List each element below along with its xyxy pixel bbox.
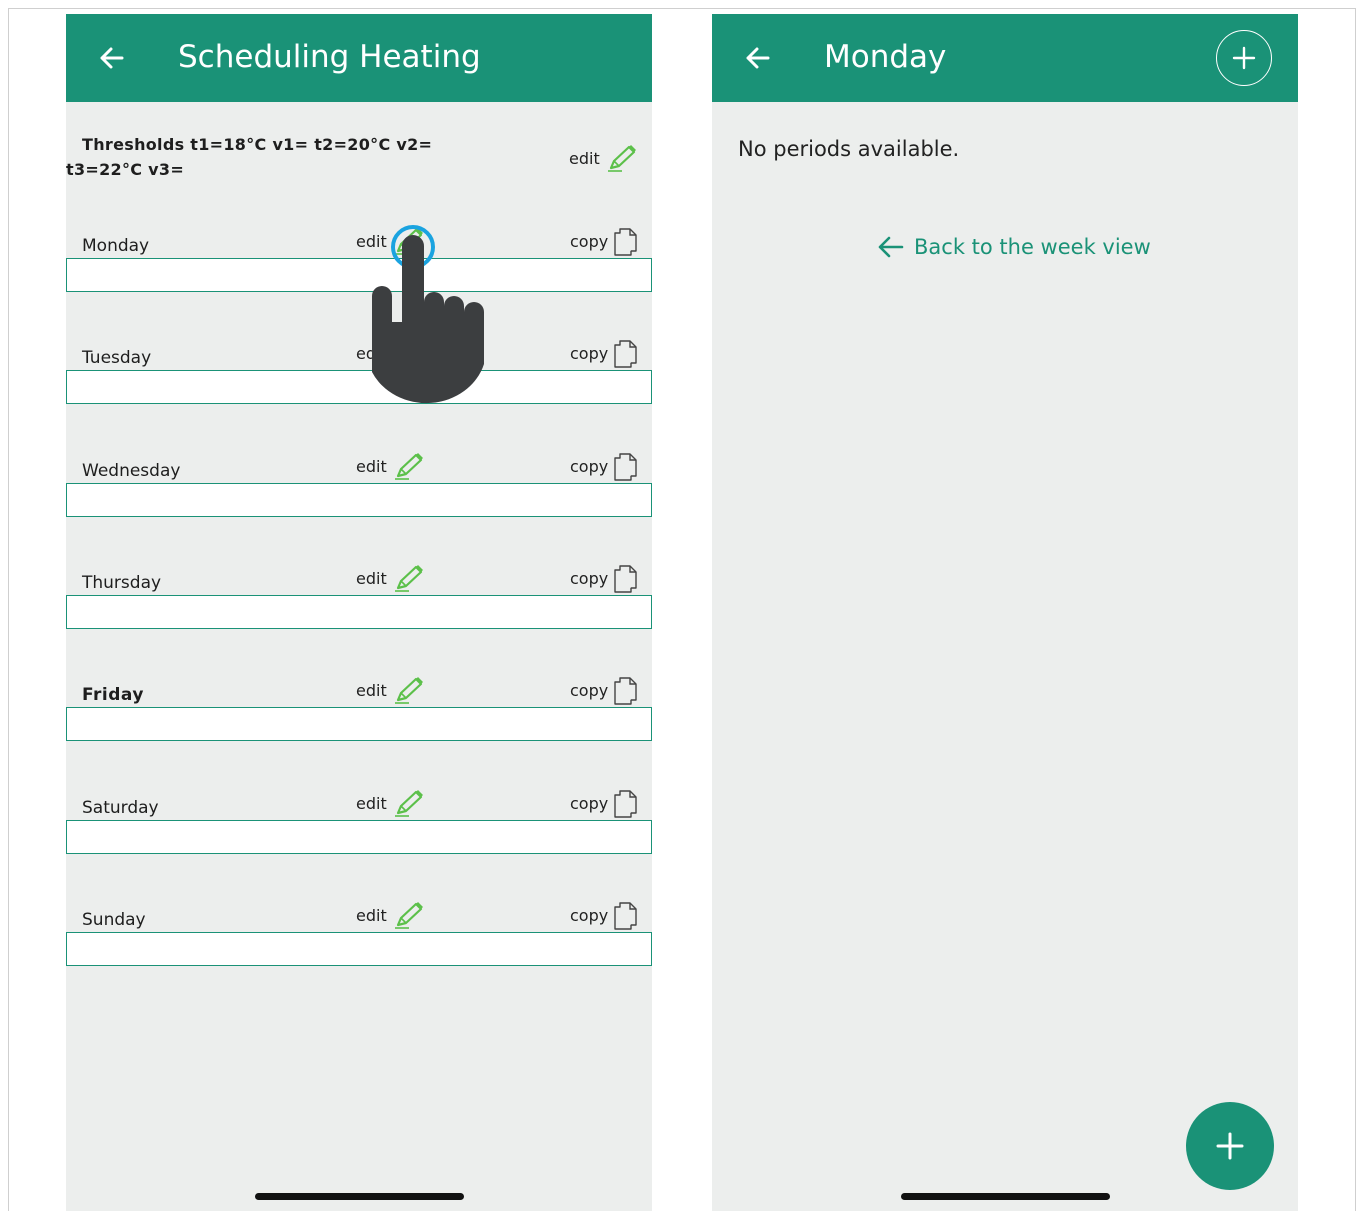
- pencil-icon: [391, 452, 425, 482]
- day-schedule-bar[interactable]: [66, 819, 652, 854]
- pencil-icon: [391, 227, 425, 257]
- back-link-label: Back to the week view: [914, 235, 1151, 259]
- day-schedule-bar[interactable]: [66, 931, 652, 966]
- day-row: Friday edit copy: [66, 673, 652, 753]
- edit-day-button[interactable]: edit: [356, 449, 425, 485]
- copy-label: copy: [570, 456, 609, 476]
- add-period-fab[interactable]: [1186, 1102, 1274, 1190]
- day-row: Saturday edit copy: [66, 786, 652, 866]
- week-schedule-screen: Scheduling Heating Thresholds t1=18°C v1…: [66, 14, 652, 1211]
- empty-state-message: No periods available.: [738, 137, 960, 161]
- pencil-icon: [391, 676, 425, 706]
- app-bar: Monday: [712, 14, 1298, 102]
- copy-day-button[interactable]: copy: [570, 224, 638, 260]
- copy-icon: [612, 339, 638, 369]
- pencil-icon: [604, 144, 638, 174]
- edit-day-button[interactable]: edit: [356, 561, 425, 597]
- copy-icon: [612, 452, 638, 482]
- edit-day-button[interactable]: edit: [356, 786, 425, 822]
- edit-thresholds-button[interactable]: edit: [569, 144, 638, 174]
- plus-icon: [1216, 1132, 1244, 1160]
- home-indicator: [255, 1193, 464, 1200]
- edit-label: edit: [356, 793, 387, 813]
- copy-label: copy: [570, 344, 609, 364]
- copy-label: copy: [570, 681, 609, 701]
- copy-day-button[interactable]: copy: [570, 561, 638, 597]
- day-name: Sunday: [82, 909, 146, 930]
- day-name: Friday: [82, 685, 144, 706]
- app-bar: Scheduling Heating: [66, 14, 652, 102]
- copy-label: copy: [570, 793, 609, 813]
- edit-label: edit: [569, 149, 600, 168]
- day-schedule-bar[interactable]: [66, 707, 652, 742]
- thresholds-line-1: Thresholds t1=18°C v1= t2=20°C v2=: [82, 135, 433, 154]
- copy-icon: [612, 564, 638, 594]
- edit-label: edit: [356, 232, 387, 251]
- back-button[interactable]: [92, 38, 132, 78]
- copy-label: copy: [570, 232, 609, 251]
- pencil-icon: [391, 901, 425, 931]
- edit-label: edit: [356, 905, 387, 925]
- day-schedule-bar[interactable]: [66, 370, 652, 405]
- copy-icon: [612, 227, 638, 257]
- copy-day-button[interactable]: copy: [570, 786, 638, 822]
- pencil-icon: [391, 789, 425, 819]
- plus-circle-icon: [1232, 46, 1256, 70]
- edit-day-button[interactable]: edit: [356, 673, 425, 709]
- day-row: Tuesday ed copy: [66, 336, 652, 416]
- edit-day-button[interactable]: edit: [356, 224, 425, 260]
- day-schedule-bar[interactable]: [66, 594, 652, 629]
- arrow-left-icon: [878, 236, 904, 258]
- add-period-button[interactable]: [1216, 30, 1272, 86]
- day-detail-screen: Monday No periods available. Back to the…: [712, 14, 1298, 1211]
- home-indicator: [901, 1193, 1110, 1200]
- edit-label: ed: [356, 344, 376, 364]
- edit-label: edit: [356, 681, 387, 701]
- edit-day-button[interactable]: ed: [356, 336, 414, 372]
- page-title: Scheduling Heating: [178, 39, 481, 75]
- day-name: Tuesday: [82, 348, 152, 369]
- copy-day-button[interactable]: copy: [570, 673, 638, 709]
- back-to-week-link[interactable]: Back to the week view: [874, 230, 1151, 264]
- day-row: Sunday edit copy: [66, 898, 652, 978]
- day-name: Monday: [82, 236, 150, 256]
- edit-label: edit: [356, 456, 387, 476]
- copy-icon: [612, 901, 638, 931]
- day-name: Thursday: [82, 572, 162, 593]
- copy-day-button[interactable]: copy: [570, 336, 638, 372]
- day-row: Monday edit copy: [66, 224, 652, 304]
- day-row: Thursday edit copy: [66, 561, 652, 641]
- copy-label: copy: [570, 905, 609, 925]
- copy-label: copy: [570, 568, 609, 588]
- pencil-icon: [391, 564, 425, 594]
- day-name: Wednesday: [82, 460, 181, 481]
- copy-day-button[interactable]: copy: [570, 449, 638, 485]
- copy-day-button[interactable]: copy: [570, 898, 638, 934]
- thresholds-text: Thresholds t1=18°C v1= t2=20°C v2= t3=22…: [66, 132, 436, 182]
- day-row: Wednesday edit copy: [66, 449, 652, 529]
- edit-day-button[interactable]: edit: [356, 898, 425, 934]
- arrow-left-icon: [100, 47, 124, 69]
- pencil-icon: [380, 339, 414, 369]
- day-schedule-bar[interactable]: [66, 482, 652, 517]
- back-button[interactable]: [738, 38, 778, 78]
- page-title: Monday: [824, 39, 947, 75]
- edit-label: edit: [356, 568, 387, 588]
- day-schedule-bar[interactable]: [66, 258, 652, 292]
- arrow-left-icon: [746, 47, 770, 69]
- thresholds-line-2: t3=22°C v3=: [66, 160, 185, 179]
- copy-icon: [612, 789, 638, 819]
- day-name: Saturday: [82, 797, 159, 818]
- copy-icon: [612, 676, 638, 706]
